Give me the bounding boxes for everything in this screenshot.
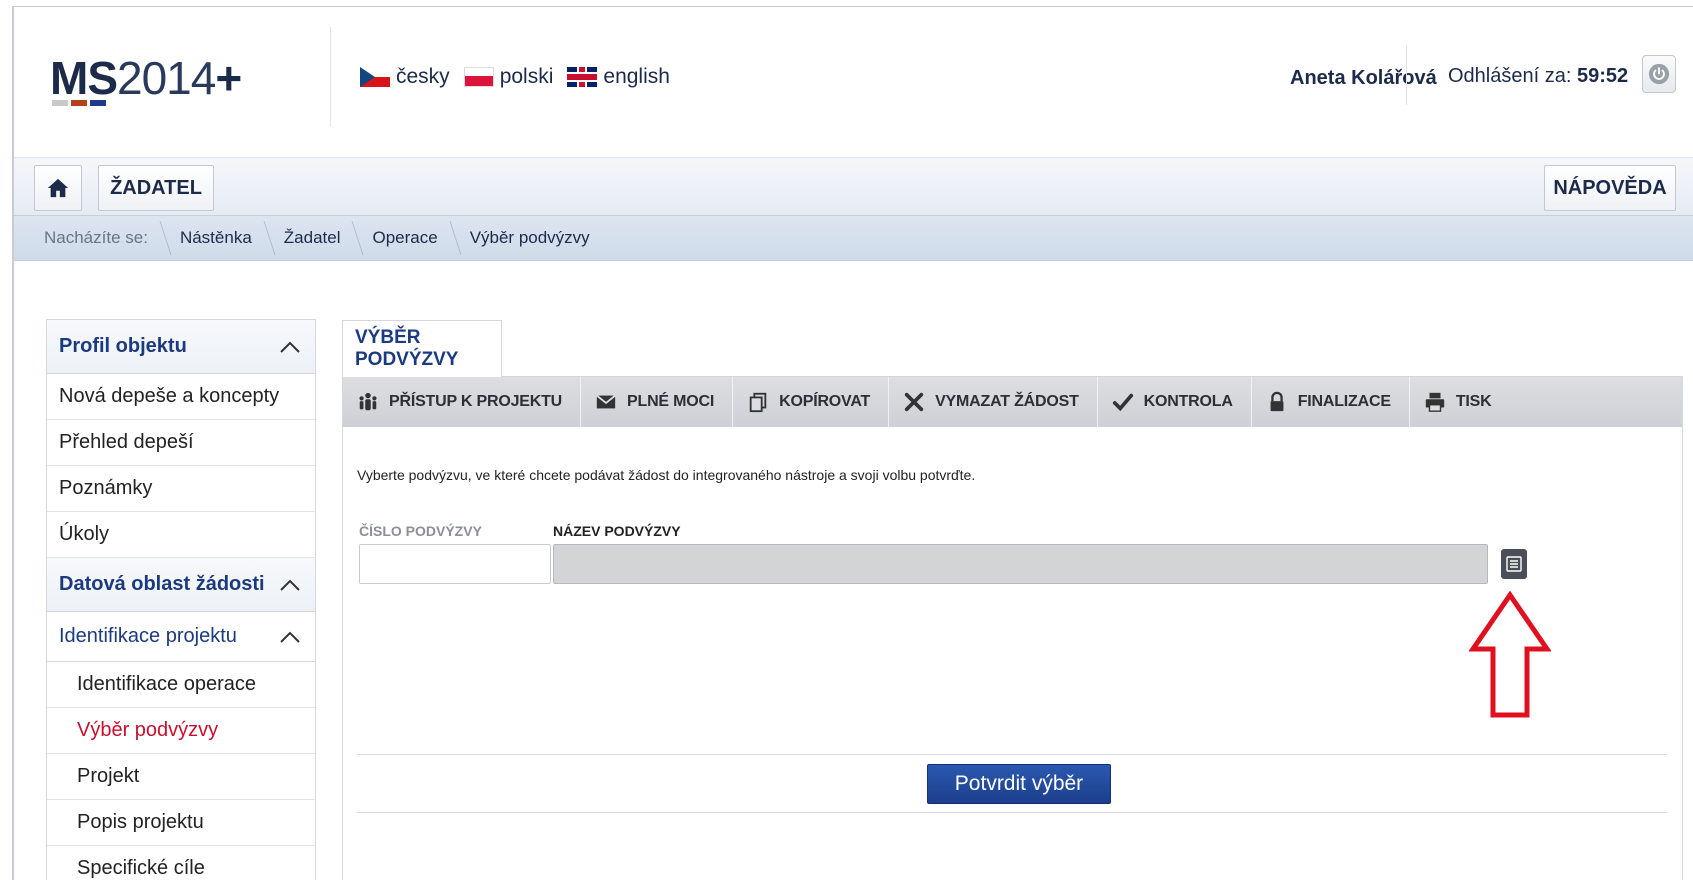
field-name-label: NÁZEV PODVÝZVY <box>553 523 681 539</box>
people-icon <box>359 392 377 411</box>
sidebar-item-active[interactable]: Výběr podvýzvy <box>47 708 315 754</box>
tab-vyber-podvyzvy[interactable]: VÝBĚR PODVÝZVY <box>342 320 502 377</box>
flag-pl-icon <box>463 67 494 87</box>
lang-english[interactable]: english <box>567 65 670 89</box>
logo-bars <box>52 100 106 106</box>
main-navbar: ŽADATEL NÁPOVĚDA <box>14 157 1693 215</box>
role-zadatel-button[interactable]: ŽADATEL <box>98 165 214 211</box>
flag-cz-icon <box>360 67 390 87</box>
chevron-up-icon <box>280 341 300 353</box>
lock-icon <box>1270 391 1284 412</box>
logout-timer: Odhlášení za: 59:52 <box>1448 65 1629 87</box>
home-icon <box>47 178 69 198</box>
select-subcall-button[interactable] <box>1501 549 1527 579</box>
envelope-icon <box>596 394 616 409</box>
finalize-button[interactable]: FINALIZACE <box>1252 377 1410 427</box>
sidebar-item[interactable]: Úkoly <box>47 512 315 558</box>
sidebar-item[interactable]: Přehled depeší <box>47 420 315 466</box>
lang-polish[interactable]: polski <box>463 65 553 89</box>
sidebar-item[interactable]: Identifikace operace <box>47 662 315 708</box>
sidebar-section-profil[interactable]: Profil objektu <box>47 320 315 374</box>
sidebar: Profil objektu Nová depeše a koncepty Př… <box>46 319 316 880</box>
sidebar-subsection-identifikace[interactable]: Identifikace projektu <box>47 612 315 662</box>
access-project-button[interactable]: PŘÍSTUP K PROJEKTU <box>343 377 582 427</box>
home-button[interactable] <box>34 165 82 211</box>
sidebar-section-datova-oblast[interactable]: Datová oblast žádosti <box>47 558 315 612</box>
app-logo: MS2014+ <box>50 52 242 104</box>
copy-icon <box>749 392 767 413</box>
lang-czech[interactable]: česky <box>360 65 450 89</box>
check-button[interactable]: KONTROLA <box>1098 377 1252 427</box>
delete-x-icon <box>904 392 924 412</box>
app-window: MS2014+ česky polski english Aneta Kolář… <box>12 6 1693 880</box>
sidebar-item[interactable]: Specifické cíle <box>47 846 315 880</box>
chevron-up-icon <box>280 631 300 643</box>
breadcrumb-item[interactable]: Žadatel <box>272 215 361 261</box>
power-of-attorney-button[interactable]: PLNÉ MOCI <box>581 377 734 427</box>
breadcrumb-item[interactable]: Nástěnka <box>168 215 272 261</box>
header: MS2014+ česky polski english Aneta Kolář… <box>14 7 1693 157</box>
breadcrumb: Nacházíte se: Nástěnka Žadatel Operace V… <box>14 215 1693 261</box>
sidebar-item[interactable]: Projekt <box>47 754 315 800</box>
user-name[interactable]: Aneta Kolářová <box>1290 67 1437 90</box>
red-up-arrow-annotation <box>1469 591 1551 718</box>
flag-uk-icon <box>567 67 598 87</box>
sidebar-item[interactable]: Nová depeše a koncepty <box>47 374 315 420</box>
confirm-selection-button[interactable]: Potvrdit výběr <box>927 764 1111 804</box>
help-button[interactable]: NÁPOVĚDA <box>1544 165 1676 211</box>
print-icon <box>1425 392 1444 412</box>
content-panel: PŘÍSTUP K PROJEKTU PLNÉ MOCI KOPÍROVAT V… <box>342 376 1683 880</box>
breadcrumb-prefix: Nacházíte se: <box>14 215 168 261</box>
check-icon <box>1112 393 1133 412</box>
print-button[interactable]: TISK <box>1410 377 1510 427</box>
subcall-number-field[interactable] <box>359 544 551 584</box>
sidebar-item[interactable]: Poznámky <box>47 466 315 512</box>
breadcrumb-item: Výběr podvýzvy <box>469 228 590 247</box>
copy-button[interactable]: KOPÍROVAT <box>733 377 890 427</box>
language-switcher: česky polski english <box>360 65 670 89</box>
field-number-label: ČÍSLO PODVÝZVY <box>359 523 482 539</box>
breadcrumb-item[interactable]: Operace <box>360 215 457 261</box>
toolbar: PŘÍSTUP K PROJEKTU PLNÉ MOCI KOPÍROVAT V… <box>343 377 1682 427</box>
instruction-text: Vyberte podvýzvu, ve které chcete podáva… <box>357 467 976 483</box>
list-icon <box>1506 556 1522 572</box>
power-icon <box>1648 63 1670 85</box>
sidebar-item[interactable]: Popis projektu <box>47 800 315 846</box>
logout-button[interactable] <box>1642 55 1676 93</box>
delete-application-button[interactable]: VYMAZAT ŽÁDOST <box>889 377 1098 427</box>
chevron-up-icon <box>280 579 300 591</box>
subcall-name-field <box>553 544 1488 584</box>
